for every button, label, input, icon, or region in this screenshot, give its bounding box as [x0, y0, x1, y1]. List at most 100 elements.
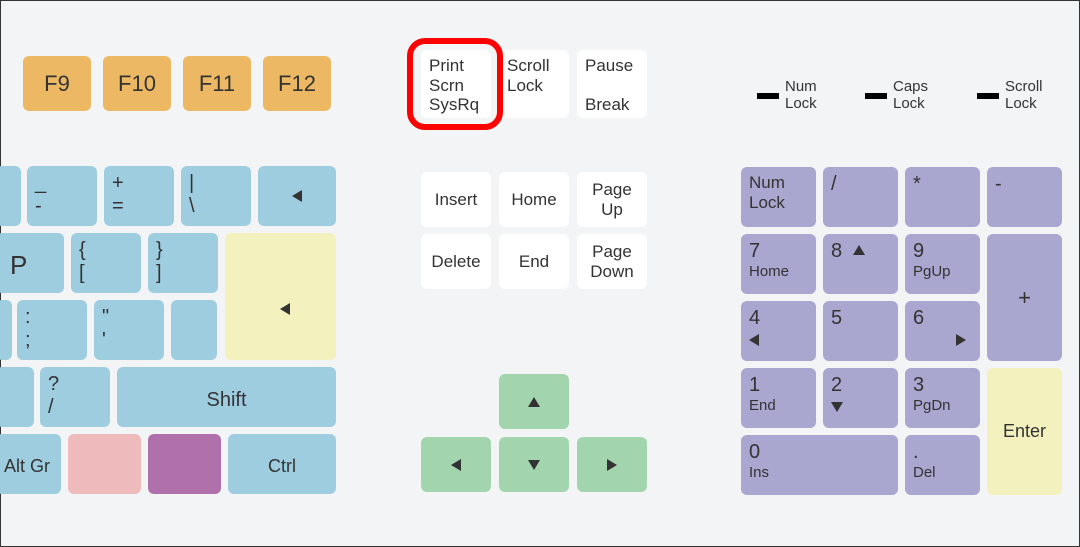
key-f10[interactable]: F10 — [103, 56, 171, 111]
label: F12 — [278, 71, 316, 96]
sublabel: Ins — [749, 464, 890, 481]
sublabel: Del — [913, 464, 972, 481]
key-home[interactable]: Home — [499, 172, 569, 227]
key-minus[interactable]: _ - — [27, 166, 97, 226]
triangle-up-icon — [528, 397, 540, 407]
key-numpad-8[interactable]: 8 — [823, 234, 898, 294]
enter-arrow — [225, 233, 336, 360]
label-bot: ] — [156, 262, 210, 285]
key-numpad-slash[interactable]: / — [823, 167, 898, 227]
label: + — [1018, 285, 1031, 310]
key-bracket-right[interactable]: } ] — [148, 233, 218, 293]
label: - — [995, 173, 1002, 195]
key-numpad-3[interactable]: 3 PgDn — [905, 368, 980, 428]
label: Page Down — [590, 242, 633, 281]
key-insert[interactable]: Insert — [421, 172, 491, 227]
key-backslash[interactable]: | \ — [181, 166, 251, 226]
key-backspace[interactable] — [258, 166, 336, 226]
label: / — [831, 173, 837, 195]
label: 9 — [913, 240, 972, 263]
key-numpad-6[interactable]: 6 — [905, 301, 980, 361]
triangle-right-icon — [607, 459, 617, 471]
key-arrow-left[interactable] — [421, 437, 491, 492]
key-f9[interactable]: F9 — [23, 56, 91, 111]
sublabel: Home — [749, 263, 808, 280]
key-numpad-star[interactable]: * — [905, 167, 980, 227]
label-top: + — [112, 172, 166, 195]
key-slash[interactable]: ? / — [40, 367, 110, 427]
key-ctrl-right[interactable]: Ctrl — [228, 434, 336, 494]
key-blank-1[interactable] — [171, 300, 217, 360]
triangle-down-icon — [528, 460, 540, 470]
key-numpad-7[interactable]: 7 Home — [741, 234, 816, 294]
key-equals[interactable]: + = — [104, 166, 174, 226]
key-p[interactable]: P — [0, 233, 64, 293]
label-top: _ — [35, 172, 89, 195]
key-printscreen[interactable]: Print Scrn SysRq — [421, 50, 491, 118]
label-top: { — [79, 239, 133, 262]
key-arrow-down[interactable] — [499, 437, 569, 492]
label: 0 — [749, 441, 890, 464]
triangle-left-icon — [749, 334, 759, 346]
key-pausebreak[interactable]: Pause Break — [577, 50, 647, 118]
sublabel: PgDn — [913, 397, 972, 414]
label-bot: = — [112, 195, 166, 218]
key-altgr[interactable]: Alt Gr — [0, 434, 61, 494]
key-numpad-2[interactable]: 2 — [823, 368, 898, 428]
label: 8 — [831, 240, 842, 262]
label-top: : — [25, 306, 79, 329]
label: * — [913, 173, 921, 195]
key-shift-right[interactable]: Shift — [117, 367, 336, 427]
key-numpad-5[interactable]: 5 — [823, 301, 898, 361]
key-bracket-left[interactable]: { [ — [71, 233, 141, 293]
label-top: ? — [48, 373, 102, 396]
sublabel: PgUp — [913, 263, 972, 280]
label-top: " — [102, 306, 156, 329]
key-numpad-9[interactable]: 9 PgUp — [905, 234, 980, 294]
key-numpad-0[interactable]: 0 Ins — [741, 435, 898, 495]
key-pagedown[interactable]: Page Down — [577, 234, 647, 289]
triangle-left-icon — [451, 459, 461, 471]
label-bot: ' — [102, 329, 156, 352]
label-bot: \ — [189, 195, 243, 218]
label: Num Lock — [749, 173, 785, 212]
triangle-right-icon — [956, 334, 966, 346]
key-quote[interactable]: " ' — [94, 300, 164, 360]
key-arrow-right[interactable] — [577, 437, 647, 492]
key-numpad-dot[interactable]: . Del — [905, 435, 980, 495]
key-f12[interactable]: F12 — [263, 56, 331, 111]
label: Alt Gr — [4, 456, 50, 476]
label: 2 — [831, 374, 890, 397]
key-end[interactable]: End — [499, 234, 569, 289]
led-numlock: Num Lock — [757, 79, 817, 112]
key-numpad-4[interactable]: 4 — [741, 301, 816, 361]
key-partial-left-2[interactable] — [0, 300, 12, 360]
led-capslock: Caps Lock — [865, 79, 928, 112]
key-semicolon[interactable]: : ; — [17, 300, 87, 360]
key-os[interactable] — [148, 434, 221, 494]
label: F10 — [118, 71, 156, 96]
key-pageup[interactable]: Page Up — [577, 172, 647, 227]
key-numpad-enter[interactable]: Enter — [987, 368, 1062, 495]
label-bot: [ — [79, 262, 133, 285]
label: 6 — [913, 307, 972, 330]
label: Page Up — [592, 180, 632, 219]
key-numpad-minus[interactable]: - — [987, 167, 1062, 227]
key-delete[interactable]: Delete — [421, 234, 491, 289]
key-arrow-up[interactable] — [499, 374, 569, 429]
label: 5 — [831, 307, 842, 329]
key-f11[interactable]: F11 — [183, 56, 251, 111]
key-partial-left-3[interactable] — [0, 367, 34, 427]
key-partial-left-1[interactable] — [0, 166, 21, 226]
key-menu[interactable] — [68, 434, 141, 494]
key-numlock[interactable]: Num Lock — [741, 167, 816, 227]
led-dash-icon — [865, 93, 887, 99]
key-numpad-1[interactable]: 1 End — [741, 368, 816, 428]
led-dash-icon — [977, 93, 999, 99]
label: Print Scrn SysRq — [429, 56, 479, 114]
key-scrolllock[interactable]: Scroll Lock — [499, 50, 569, 118]
label: Home — [511, 190, 556, 210]
key-numpad-plus[interactable]: + — [987, 234, 1062, 361]
label-bot: / — [48, 396, 102, 419]
label-top: | — [189, 172, 243, 195]
